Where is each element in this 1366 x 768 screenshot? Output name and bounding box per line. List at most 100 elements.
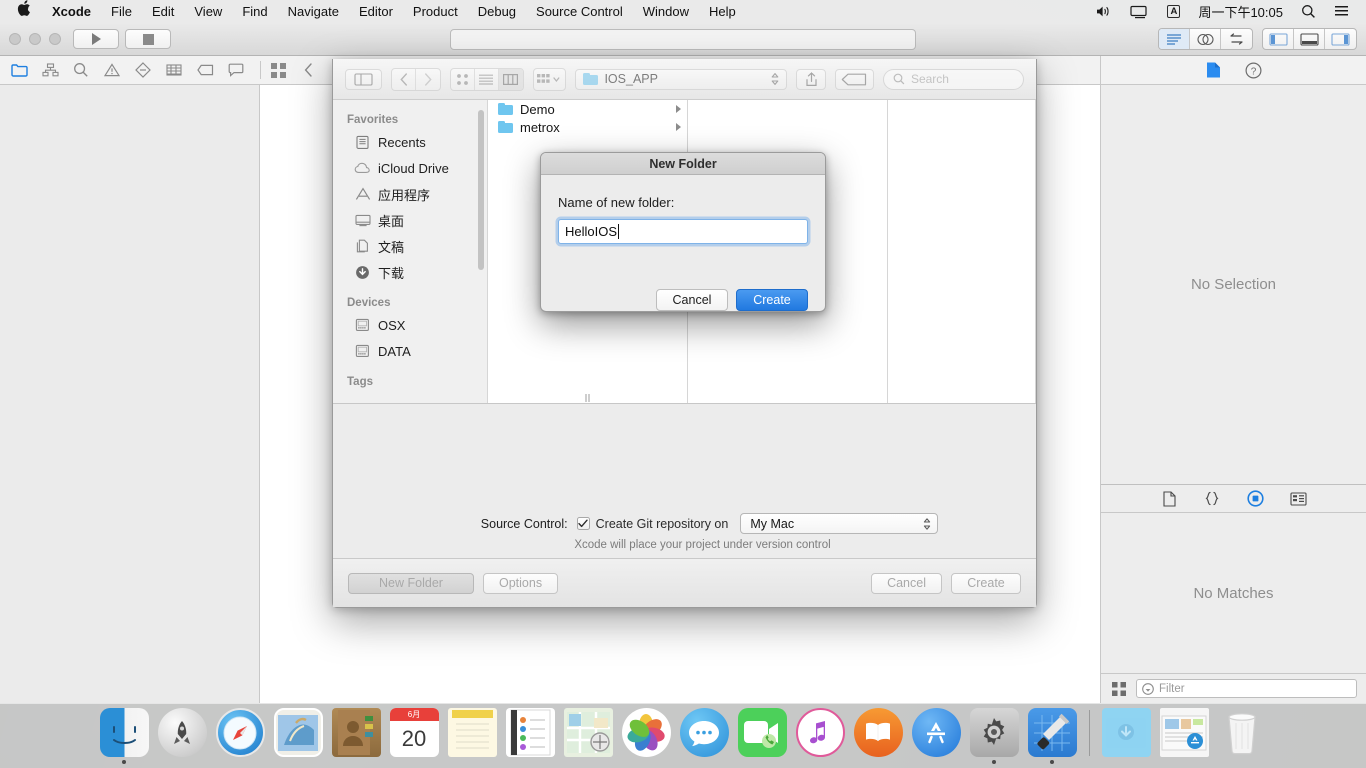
airplay-display-icon[interactable] (1121, 5, 1158, 19)
sidebar-item-documents[interactable]: 文稿 (333, 233, 487, 259)
find-navigator-icon[interactable] (72, 61, 90, 79)
notification-center-icon[interactable] (1325, 5, 1358, 18)
spotlight-search-icon[interactable] (1292, 4, 1325, 19)
dock-item-contacts[interactable] (330, 708, 383, 764)
file-template-library-icon[interactable] (1160, 490, 1178, 508)
dock-item-documents-stack[interactable] (1158, 708, 1211, 764)
cancel-button[interactable]: Cancel (871, 572, 942, 594)
grid-view-icon[interactable] (269, 61, 287, 79)
minimize-window-button[interactable] (29, 33, 41, 45)
symbol-navigator-icon[interactable] (41, 61, 59, 79)
arrange-by-button[interactable] (532, 67, 567, 91)
apple-logo-icon[interactable] (8, 0, 42, 23)
list-view-button[interactable] (475, 68, 499, 90)
dock-item-trash[interactable] (1216, 708, 1269, 764)
sidebar-item-osx[interactable]: OSX (333, 312, 487, 338)
menu-item-help[interactable]: Help (699, 0, 746, 23)
dock-item-reminders[interactable] (504, 708, 557, 764)
icon-view-button[interactable] (451, 68, 475, 90)
menu-item-product[interactable]: Product (403, 0, 468, 23)
menu-item-view[interactable]: View (184, 0, 232, 23)
library-filter-input[interactable]: Filter (1136, 679, 1357, 698)
dock-item-photos[interactable] (620, 708, 673, 764)
dock-item-xcode[interactable] (1026, 708, 1079, 764)
dock-item-launchpad[interactable] (156, 708, 209, 764)
create-button[interactable]: Create (951, 572, 1021, 594)
dock-item-finder[interactable] (98, 708, 151, 764)
toggle-debug-area-icon[interactable] (1294, 29, 1325, 49)
tag-button[interactable] (834, 68, 874, 90)
close-window-button[interactable] (9, 33, 21, 45)
file-inspector-icon[interactable] (1205, 61, 1223, 79)
create-button[interactable]: Create (736, 289, 808, 311)
menu-item-window[interactable]: Window (633, 0, 699, 23)
file-row-metrox[interactable]: metrox (488, 118, 687, 136)
dock-item-safari[interactable] (214, 708, 267, 764)
standard-editor-icon[interactable] (1159, 29, 1190, 49)
menu-item-source-control[interactable]: Source Control (526, 0, 633, 23)
dock-item-facetime[interactable] (736, 708, 789, 764)
object-library-icon[interactable] (1246, 490, 1264, 508)
report-navigator-icon[interactable] (227, 61, 245, 79)
new-folder-name-input[interactable]: HelloIOS (558, 219, 808, 244)
toggle-utilities-icon[interactable] (1325, 29, 1356, 49)
sidebar-item-recents[interactable]: Recents (333, 129, 487, 155)
cancel-button[interactable]: Cancel (656, 289, 728, 311)
issue-navigator-icon[interactable] (103, 61, 121, 79)
menu-item-file[interactable]: File (101, 0, 142, 23)
dock-item-mail[interactable] (272, 708, 325, 764)
file-row-demo[interactable]: Demo (488, 100, 687, 118)
browser-column-3[interactable] (888, 100, 1036, 403)
xcode-project-navigator[interactable] (0, 85, 260, 703)
breakpoint-navigator-icon[interactable] (196, 61, 214, 79)
dock-item-maps[interactable] (562, 708, 615, 764)
menu-item-editor[interactable]: Editor (349, 0, 403, 23)
git-location-select[interactable]: My Mac (740, 513, 939, 534)
library-grid-icon[interactable] (1110, 680, 1128, 698)
path-popup-button[interactable]: IOS_APP (575, 68, 788, 90)
toggle-navigator-icon[interactable] (1263, 29, 1294, 49)
sidebar-item-applications[interactable]: 应用程序 (333, 181, 487, 207)
test-navigator-icon[interactable] (134, 61, 152, 79)
dock-item-messages[interactable] (678, 708, 731, 764)
menu-item-find[interactable]: Find (232, 0, 277, 23)
dock-item-ibooks[interactable] (852, 708, 905, 764)
dock-item-itunes[interactable] (794, 708, 847, 764)
share-button[interactable] (796, 68, 826, 90)
quick-help-icon[interactable]: ? (1245, 61, 1263, 79)
create-git-repository-checkbox[interactable] (576, 517, 590, 530)
menu-item-edit[interactable]: Edit (142, 0, 184, 23)
column-resize-handle[interactable] (582, 394, 593, 403)
dock-item-notes[interactable] (446, 708, 499, 764)
options-button[interactable]: Options (483, 572, 559, 594)
debug-navigator-icon[interactable] (165, 61, 183, 79)
run-button[interactable] (73, 29, 119, 49)
dock-item-appstore[interactable] (910, 708, 963, 764)
dock-item-system-preferences[interactable] (968, 708, 1021, 764)
create-git-repository-label[interactable]: Create Git repository on (596, 517, 729, 531)
chevron-left-icon[interactable] (299, 61, 317, 79)
project-navigator-icon[interactable] (10, 61, 28, 79)
speaker-icon[interactable] (1087, 5, 1121, 18)
dock-item-downloads-folder[interactable] (1100, 708, 1153, 764)
assistant-editor-icon[interactable] (1190, 29, 1221, 49)
version-editor-icon[interactable] (1221, 29, 1252, 49)
code-snippet-library-icon[interactable] (1203, 490, 1221, 508)
menu-item-xcode[interactable]: Xcode (42, 0, 101, 23)
sidebar-scrollbar[interactable] (478, 110, 484, 270)
new-folder-button[interactable]: New Folder (348, 572, 474, 594)
toggle-sidebar-button[interactable] (345, 68, 383, 90)
input-source-icon[interactable]: A (1158, 5, 1189, 18)
sidebar-item-data[interactable]: DATA (333, 338, 487, 364)
menu-bar-clock[interactable]: 周一下午10:05 (1189, 2, 1292, 21)
zoom-window-button[interactable] (49, 33, 61, 45)
sidebar-item-downloads[interactable]: 下载 (333, 259, 487, 285)
search-field[interactable]: Search (882, 68, 1024, 90)
sidebar-item-desktop[interactable]: 桌面 (333, 207, 487, 233)
stop-button[interactable] (125, 29, 171, 49)
menu-item-debug[interactable]: Debug (468, 0, 526, 23)
forward-button[interactable] (416, 69, 440, 90)
dock-item-calendar[interactable]: 6月 20 (388, 708, 441, 764)
media-library-icon[interactable] (1289, 490, 1307, 508)
column-view-button[interactable] (498, 68, 523, 90)
